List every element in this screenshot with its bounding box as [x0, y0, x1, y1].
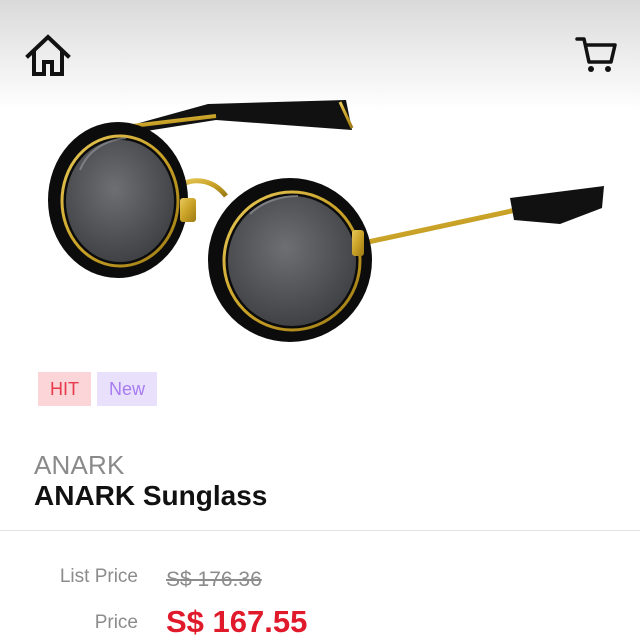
- product-detail-page: HIT New ANARK ANARK Sunglass List Price …: [0, 0, 640, 640]
- price-value: S$ 167.55: [166, 604, 308, 639]
- home-icon: [25, 34, 71, 76]
- cart-icon: [575, 37, 617, 72]
- divider: [0, 530, 640, 531]
- home-button[interactable]: [24, 32, 72, 78]
- product-image[interactable]: [40, 80, 620, 360]
- sunglasses-image: [48, 100, 604, 342]
- badge-row: HIT New: [38, 372, 158, 406]
- brand-name[interactable]: ANARK: [34, 450, 125, 481]
- list-price-label: List Price: [59, 566, 138, 587]
- product-title: ANARK Sunglass: [34, 480, 268, 511]
- list-price-value: S$ 176.36: [166, 568, 262, 591]
- cart-button[interactable]: [574, 32, 618, 76]
- new-badge: New: [97, 372, 158, 406]
- price-label: Price: [94, 612, 138, 633]
- hit-badge: HIT: [38, 372, 91, 406]
